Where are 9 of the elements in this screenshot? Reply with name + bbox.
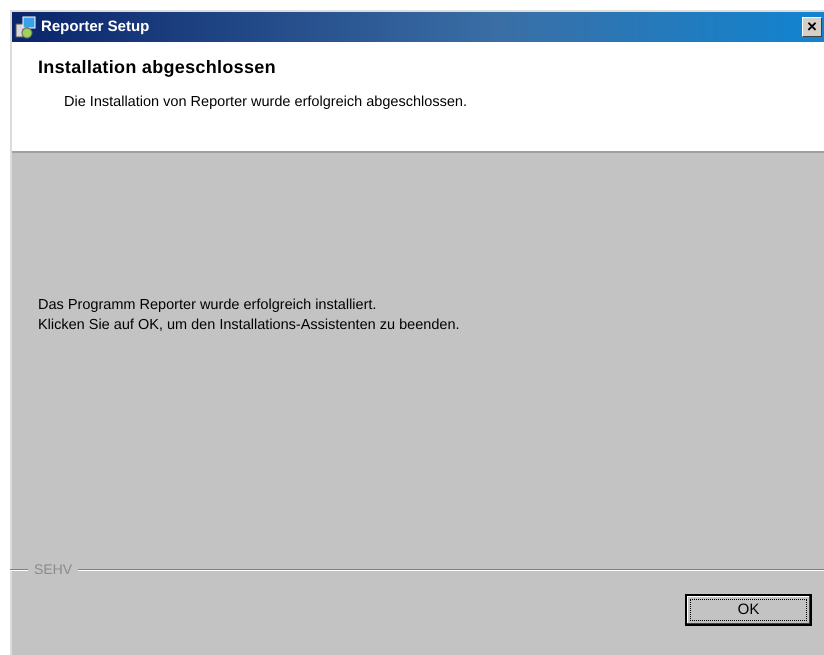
message-line: Klicken Sie auf OK, um den Installations-Assistenten zu beenden. <box>38 316 461 335</box>
setup-icon <box>14 15 38 39</box>
message-line: Das Programm Reporter wurde erfolgreich installiert. <box>38 296 378 315</box>
window-title: Reporter Setup <box>41 16 150 37</box>
header-subtitle: Die Installation von Reporter wurde erfolgreich abgeschlossen. <box>64 93 468 112</box>
brand-label: SEHV <box>34 560 72 579</box>
header-title: Installation abgeschlossen <box>38 56 277 79</box>
ok-button[interactable]: OK <box>685 594 812 626</box>
close-button[interactable]: × <box>802 17 822 37</box>
